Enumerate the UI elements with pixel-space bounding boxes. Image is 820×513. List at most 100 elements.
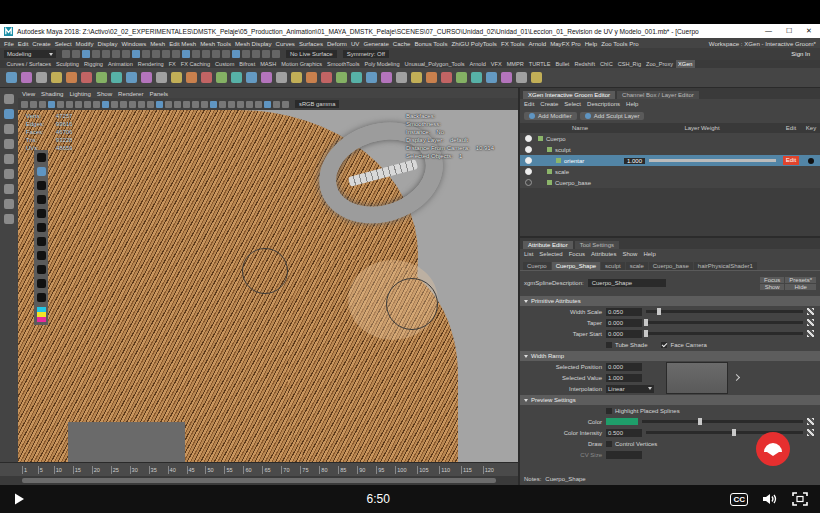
section-header[interactable]: Primitive Attributes — [520, 296, 820, 306]
mode-dropdown[interactable]: Modeling — [4, 50, 56, 58]
status-tool-icon[interactable] — [272, 50, 280, 58]
viewport-tool-icon[interactable] — [39, 101, 46, 108]
viewport-tool-icon[interactable] — [282, 101, 289, 108]
viewport-tool-icon[interactable] — [255, 101, 262, 108]
xgen-add-button[interactable]: Add Sculpt Layer — [580, 112, 645, 120]
section-header[interactable]: Width Ramp — [520, 351, 820, 361]
viewport-tool-icon[interactable] — [219, 101, 226, 108]
status-tool-icon[interactable] — [62, 50, 70, 58]
status-tool-icon[interactable] — [212, 50, 220, 58]
viewport-tool-icon[interactable] — [165, 101, 172, 108]
description-button[interactable]: Focus — [760, 277, 784, 283]
status-tool-icon[interactable] — [122, 50, 130, 58]
shelf-tab[interactable]: Custom — [213, 60, 237, 68]
sculpt-tool-icon[interactable] — [37, 223, 46, 232]
shelf-tool-icon[interactable] — [396, 72, 407, 83]
menu-item[interactable]: Generate — [363, 40, 388, 47]
status-tool-icon[interactable] — [82, 50, 90, 58]
panel-tab[interactable]: Tool Settings — [575, 241, 619, 249]
menu-item[interactable]: Display — [98, 40, 118, 47]
fullscreen-icon[interactable] — [792, 492, 808, 506]
shelf-tool-icon[interactable] — [291, 72, 302, 83]
map-button-icon[interactable] — [807, 429, 814, 436]
viewport-menu-item[interactable]: Show — [97, 90, 112, 97]
visibility-cell[interactable] — [520, 168, 536, 175]
viewport-tool-icon[interactable] — [48, 101, 55, 108]
viewport-tool-icon[interactable] — [111, 101, 118, 108]
shelf-tool-icon[interactable] — [411, 72, 422, 83]
shelf-tab[interactable]: MASH — [258, 60, 279, 68]
layer-weight-slider[interactable] — [649, 159, 776, 162]
shelf-tool-icon[interactable] — [66, 72, 77, 83]
map-button-icon[interactable] — [807, 418, 814, 425]
key-cell[interactable] — [802, 158, 820, 164]
attribute-value[interactable] — [606, 451, 642, 459]
attribute-value[interactable]: 0.500 — [606, 429, 642, 437]
shelf-tool-icon[interactable] — [171, 72, 182, 83]
menu-item[interactable]: Mesh Display — [235, 40, 272, 47]
attribute-dropdown[interactable]: Linear — [606, 385, 654, 393]
shelf-tab[interactable]: FX Caching — [178, 60, 212, 68]
description-button[interactable]: Hide — [785, 284, 816, 290]
viewport-tool-icon[interactable] — [264, 101, 271, 108]
status-tool-icon[interactable] — [182, 50, 190, 58]
viewport-tool-icon[interactable] — [201, 101, 208, 108]
shelf-tab[interactable]: FX — [166, 60, 178, 68]
shelf-tool-icon[interactable] — [111, 72, 122, 83]
status-tool-icon[interactable] — [152, 50, 160, 58]
node-tab[interactable]: Cuerpo — [523, 262, 551, 270]
shelf-tab[interactable]: Zoo_Proxy — [644, 60, 676, 68]
viewport-tool-icon[interactable] — [102, 101, 109, 108]
attribute-slider[interactable] — [646, 332, 803, 335]
slider-thumb[interactable] — [644, 319, 648, 326]
shelf-tool-icon[interactable] — [381, 72, 392, 83]
tool-icon[interactable] — [4, 199, 14, 209]
range-handle[interactable] — [22, 478, 496, 483]
viewport-tool-icon[interactable] — [273, 101, 280, 108]
sculpt-tool-icon[interactable] — [37, 153, 46, 162]
viewport-tool-icon[interactable] — [66, 101, 73, 108]
edit-button[interactable]: Edit — [783, 156, 799, 165]
viewport-tool-icon[interactable] — [57, 101, 64, 108]
attribute-value[interactable]: 0.000 — [606, 330, 642, 338]
shelf-tab[interactable]: Unusual_Polygon_Tools — [402, 60, 467, 68]
viewport-tool-icon[interactable] — [246, 101, 253, 108]
menu-item[interactable]: MayFX Pro — [550, 40, 580, 47]
shelf-tool-icon[interactable] — [501, 72, 512, 83]
shelf-tab[interactable]: Motion Graphics — [279, 60, 325, 68]
visibility-cell[interactable] — [520, 157, 536, 164]
shelf-tool-icon[interactable] — [21, 72, 32, 83]
sculpt-tool-icon[interactable] — [37, 167, 46, 176]
shelf-tool-icon[interactable] — [276, 72, 287, 83]
shelf-tool-icon[interactable] — [141, 72, 152, 83]
shelf-tab[interactable]: Bullet — [553, 60, 572, 68]
shelf-tab[interactable]: Bifrost — [237, 60, 258, 68]
slider-thumb[interactable] — [644, 330, 648, 337]
attribute-value[interactable]: 0.050 — [606, 308, 642, 316]
status-tool-icon[interactable] — [192, 50, 200, 58]
viewport-tool-icon[interactable] — [120, 101, 127, 108]
attribute-menu-item[interactable]: Selected — [539, 251, 562, 257]
tool-icon[interactable] — [4, 109, 14, 119]
shelf-tab[interactable]: MMPR — [504, 60, 526, 68]
attribute-value[interactable]: 1.000 — [606, 374, 642, 382]
window-control-button[interactable]: — — [765, 27, 772, 35]
menu-item[interactable]: Mesh — [150, 40, 165, 47]
shelf-tab[interactable]: Animation — [105, 60, 135, 68]
status-tool-icon[interactable] — [252, 50, 260, 58]
map-button-icon[interactable] — [807, 308, 814, 315]
menu-item[interactable]: Windows — [122, 40, 147, 47]
layer-row[interactable]: Cuerpo_base — [520, 177, 820, 188]
menu-item[interactable]: File — [4, 40, 14, 47]
status-tool-icon[interactable] — [172, 50, 180, 58]
shelf-tool-icon[interactable] — [471, 72, 482, 83]
sculpt-tool-icon[interactable] — [37, 195, 46, 204]
shelf-tool-icon[interactable] — [486, 72, 497, 83]
viewport-menu-item[interactable]: Panels — [150, 90, 169, 97]
shelf-tool-icon[interactable] — [231, 72, 242, 83]
range-slider[interactable] — [0, 476, 518, 485]
attribute-slider[interactable] — [646, 321, 803, 324]
viewport-tool-icon[interactable] — [156, 101, 163, 108]
menu-item[interactable]: FX Tools — [501, 40, 525, 47]
viewport-menu-item[interactable]: Renderer — [118, 90, 143, 97]
